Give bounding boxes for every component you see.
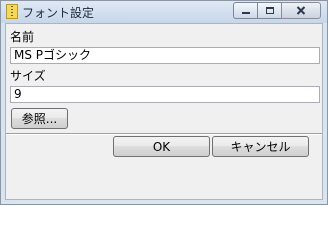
ok-button[interactable]: OK — [113, 136, 210, 157]
close-button[interactable] — [281, 2, 321, 19]
maximize-icon — [265, 7, 274, 14]
window-title: フォント設定 — [22, 6, 95, 20]
cancel-button[interactable]: キャンセル — [212, 136, 309, 157]
name-label: 名前 — [10, 30, 35, 44]
size-label: サイズ — [10, 69, 46, 83]
app-icon — [6, 4, 18, 19]
title-bar[interactable]: フォント設定 — [1, 1, 327, 23]
browse-button[interactable]: 参照... — [11, 108, 68, 129]
dialog-client-area: 名前 MS Pゴシック サイズ 9 参照... OK キャンセル — [5, 23, 323, 200]
minimize-button[interactable] — [233, 2, 257, 19]
close-icon — [296, 6, 306, 15]
font-size-field[interactable]: 9 — [10, 86, 320, 103]
separator — [6, 133, 322, 135]
maximize-button[interactable] — [257, 2, 281, 19]
font-settings-dialog: フォント設定 名前 MS Pゴシック サイズ 9 参照... OK キャンセル — [0, 0, 328, 205]
minimize-icon — [241, 11, 250, 14]
font-name-field[interactable]: MS Pゴシック — [10, 47, 320, 64]
caption-buttons — [233, 2, 321, 19]
